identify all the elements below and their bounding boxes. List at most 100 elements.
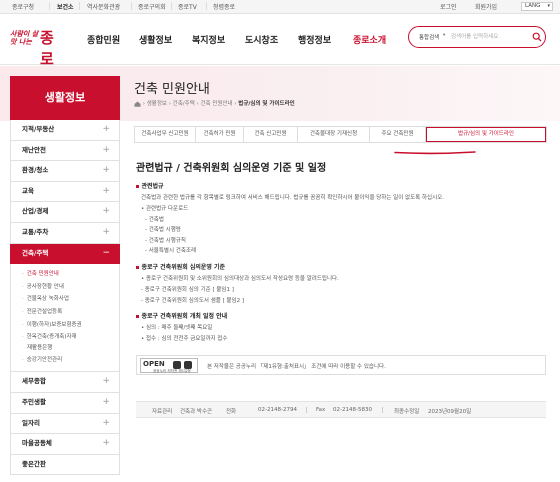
annotation-underline	[394, 151, 476, 155]
site-header: 사람이 살맛 나는 종로 종합민원 생활정보 복지정보 도시창조 행정정보 종로…	[0, 14, 560, 68]
section-heading: 관련법규	[136, 181, 164, 190]
home-icon[interactable]	[134, 101, 141, 107]
submenu-item-contractor-registration[interactable]: 전문건설업등록	[11, 306, 119, 319]
sidebar-item-label: 세무종합	[22, 377, 46, 386]
plus-icon: +	[102, 124, 110, 134]
sidebar-item-residents[interactable]: 주민생활 +	[10, 392, 120, 414]
sidebar-item-label: 교육	[22, 186, 34, 195]
chevron-down-icon: ▾	[443, 33, 446, 38]
dept-value: 건축과 박수곤	[180, 409, 213, 415]
submenu-item-surety-insurance[interactable]: 이행(하자)보증보험증권	[11, 319, 119, 332]
sidebar-item-label: 산업/경제	[22, 207, 49, 216]
sidebar-item-label: 건축/주택	[22, 248, 49, 257]
sidebar-item-traffic[interactable]: 교통/주차 +	[10, 222, 120, 244]
kogl-caption: 공공누리 저작권 제1유형	[153, 369, 191, 373]
tab-regulations-guidelines[interactable]: 법규/심의 및 가이드라인	[426, 127, 546, 142]
topbar-link-health-center[interactable]: 보건소	[57, 2, 74, 11]
sidebar-item-tax[interactable]: 세무종합 +	[10, 372, 120, 393]
signup-link[interactable]: 회원가입	[475, 2, 497, 11]
content-heading: 관련법규 / 건축위원회 심의운영 기준 및 일정	[136, 163, 327, 174]
sidebar-item-label: 환경/청소	[22, 166, 49, 175]
sidebar-item-label: 일자리	[22, 418, 40, 427]
schedule-submission: • 접수 : 심의 전전주 금요일까지 접수	[141, 336, 228, 342]
plus-icon: +	[102, 226, 110, 237]
sidebar-item-education[interactable]: 교육 +	[10, 181, 120, 203]
kogl-license-box: OPEN 공공누리 저작권 제1유형 본 저작물은 공공누리 「제1유형:출처표…	[136, 355, 546, 375]
submenu-item-building-guide[interactable]: 건축 민원안내	[11, 268, 119, 281]
tab-major-civil[interactable]: 주요 건축민원	[370, 127, 426, 142]
language-label: LANG	[525, 3, 541, 9]
phone-label: 전화	[226, 409, 237, 415]
plus-icon: +	[102, 438, 110, 449]
sidebar-item-label: 재난안전	[22, 145, 46, 154]
gnb-item-about[interactable]: 종로소개	[353, 33, 386, 46]
sidebar-item-building[interactable]: 건축/주택 −	[10, 243, 120, 265]
topbar-link-jongno-gu[interactable]: 종로구청	[12, 2, 34, 11]
fax-label: Fax	[316, 407, 326, 413]
search-scope-select[interactable]: 통합검색	[419, 33, 439, 41]
divider	[206, 2, 207, 10]
schedule-review: • 심의 : 매주 둘째/넷째 목요일	[141, 325, 213, 331]
sidebar-item-environment[interactable]: 환경/청소 +	[10, 161, 120, 182]
sidebar-title: 생활정보	[10, 76, 120, 120]
sidebar-item-label: 마을공동체	[22, 439, 52, 448]
link-enforcement-decree[interactable]: - 건축법 시행령	[145, 225, 181, 233]
gnb-item-admin[interactable]: 행정정보	[298, 33, 331, 46]
plus-icon: +	[102, 206, 110, 217]
sidebar-item-jobs[interactable]: 일자리 +	[10, 413, 120, 435]
content-tabs: 건축사업무 신고민원 건축허가 민원 건축 신고민원 건축물대장 기재신청 주요…	[134, 126, 547, 143]
topbar-link-culture-tour[interactable]: 역사문화관광	[87, 2, 120, 11]
plus-icon: +	[102, 376, 110, 387]
tab-register-request[interactable]: 건축물대장 기재신청	[298, 127, 370, 142]
sidebar-item-economy[interactable]: 산업/경제 +	[10, 202, 120, 223]
sidebar-menu: 지적/부동산 + 재난안전 + 환경/청소 + 교육 + 산업/경제 + 교통/주차 + 건…	[10, 120, 120, 476]
gnb-item-life[interactable]: 생활정보	[139, 33, 172, 46]
sidebar-item-community[interactable]: 마을공동체 +	[10, 434, 120, 455]
tab-building-report[interactable]: 건축 신고민원	[244, 127, 298, 142]
breadcrumb-item[interactable]: 생활정보	[147, 101, 167, 107]
attribution-icon	[173, 361, 181, 369]
language-select[interactable]: LANG ▾	[521, 2, 553, 11]
sidebar-item-safety[interactable]: 재난안전 +	[10, 140, 120, 162]
submenu-item-hanok-materials-cont[interactable]: 재활용은행	[11, 344, 119, 354]
login-link[interactable]: 로그인	[440, 2, 457, 11]
divider	[171, 2, 172, 10]
content-manager-info: 자료관리 건축과 박수곤 전화 02-2148-2794 Fax 02-2148…	[136, 401, 546, 418]
link-enforcement-rules[interactable]: - 건축법 시행규칙	[145, 236, 186, 244]
gnb-item-urban[interactable]: 도시창조	[245, 33, 278, 46]
link-attachment-1[interactable]: - 종로구 건축위원회 심의 기준 [ 붙임1 ]	[141, 285, 234, 293]
sidebar-item-label: 주민생활	[22, 397, 46, 406]
gnb-item-civil[interactable]: 종합민원	[87, 33, 120, 46]
breadcrumb-item[interactable]: 건축/주택	[173, 101, 195, 107]
divider	[382, 407, 383, 413]
tab-building-permit[interactable]: 건축허가 민원	[196, 127, 244, 142]
plus-icon: +	[102, 185, 110, 196]
link-seoul-ordinance[interactable]: - 서울특별시 건축조례	[145, 246, 196, 254]
sidebar-item-signboard[interactable]: 좋은간판	[10, 454, 120, 476]
search-input[interactable]	[451, 31, 529, 43]
sidebar-item-land[interactable]: 지적/부동산 +	[10, 120, 120, 141]
search-box: 통합검색 ▾	[408, 26, 546, 48]
divider	[306, 407, 307, 413]
link-building-act[interactable]: - 건축법	[145, 215, 164, 223]
breadcrumb-item[interactable]: 건축 민원안내	[200, 101, 232, 107]
gnb-item-welfare[interactable]: 복지정보	[192, 33, 225, 46]
tab-architect-report[interactable]: 건축사업무 신고민원	[135, 127, 196, 142]
section-text: • 종로구 건축위원회 및 소위원회의 심의대상과 심의도서 작성요령 등을 알…	[141, 276, 339, 282]
submenu-item-hanok-materials[interactable]: 한옥건축(증개축)자재	[11, 331, 119, 344]
sidebar-submenu: 건축 민원안내 공사장현황 안내 건물옥상 녹화사업 전문건설업등록 이행(하자…	[10, 264, 120, 373]
minus-icon: −	[102, 247, 110, 258]
topbar-link-jongno-tv[interactable]: 종로TV	[178, 2, 197, 11]
divider	[79, 2, 80, 10]
plus-icon: +	[102, 165, 110, 176]
search-icon[interactable]	[532, 32, 542, 42]
link-attachment-2[interactable]: - 종로구 건축위원회 심의도서 샘플 [ 붙임2 ]	[141, 296, 244, 304]
topbar-link-integrity[interactable]: 청렴종로	[213, 2, 235, 11]
breadcrumb-current: 법규/심의 및 가이드라인	[238, 101, 295, 107]
page-title: 건축 민원안내	[134, 82, 210, 97]
submenu-item-rooftop-green[interactable]: 건물옥상 녹화사업	[11, 293, 119, 306]
submenu-item-elevator-safety[interactable]: 승강기안전관리	[11, 354, 119, 367]
topbar-link-council[interactable]: 종로구의회	[138, 2, 166, 11]
kogl-badge: OPEN 공공누리 저작권 제1유형	[140, 358, 198, 373]
submenu-item-construction-sites[interactable]: 공사장현황 안내	[11, 281, 119, 294]
